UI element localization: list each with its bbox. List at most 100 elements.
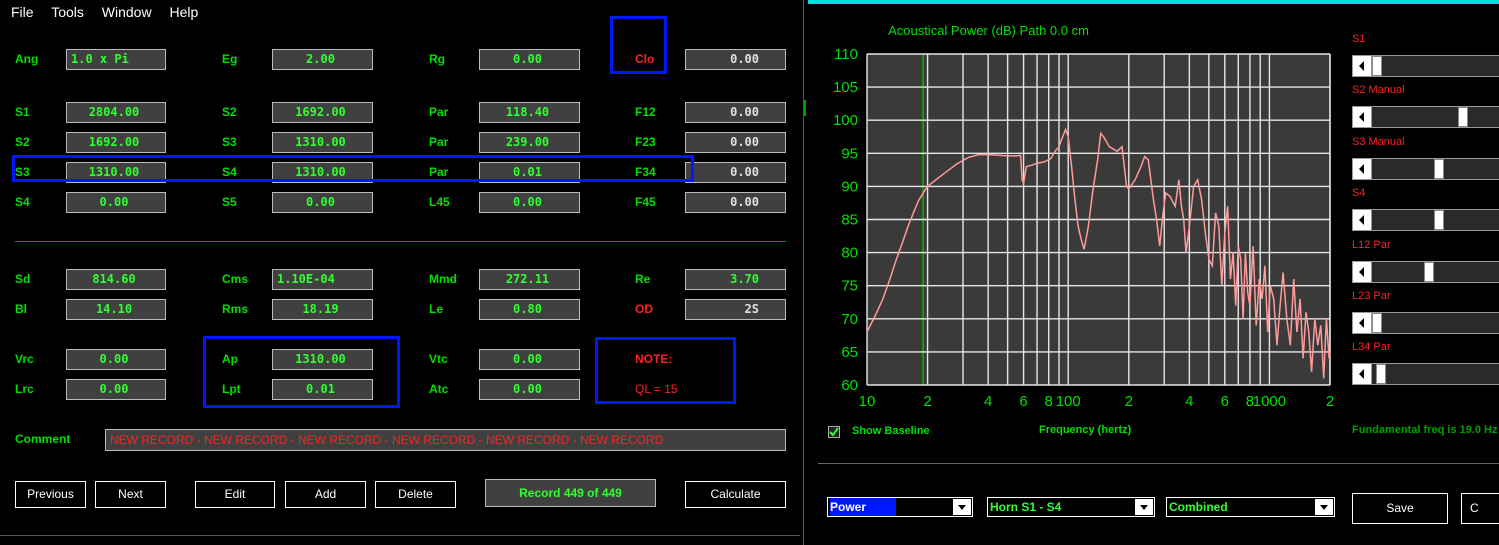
- vrc-field[interactable]: 0.00: [66, 349, 166, 370]
- row-1-b-field[interactable]: 1692.00: [272, 102, 373, 123]
- y-tick-label: 95: [841, 145, 858, 162]
- chevron-left-icon[interactable]: [1353, 261, 1372, 282]
- x-tick-label: 4: [984, 393, 992, 410]
- y-tick-label: 90: [841, 178, 858, 195]
- plot-type-select[interactable]: Power: [827, 497, 973, 517]
- row-2-d-field[interactable]: 0.00: [685, 132, 786, 153]
- row-4-a-label: S4: [15, 195, 30, 209]
- fundamental-freq-text: Fundamental freq is 19.0 Hz: [1352, 424, 1498, 436]
- slider-label-1: S2 Manual: [1352, 84, 1405, 97]
- atc-field[interactable]: 0.00: [479, 379, 580, 400]
- show-baseline-label[interactable]: Show Baseline: [852, 425, 930, 437]
- x-tick-label: 6: [1019, 393, 1027, 410]
- row-1-c-label: Par: [429, 105, 449, 119]
- bl-field[interactable]: 14.10: [66, 299, 166, 320]
- vtc-field[interactable]: 0.00: [479, 349, 580, 370]
- x-tick-label: 2: [1125, 393, 1133, 410]
- row-1-a-field[interactable]: 2804.00: [66, 102, 166, 123]
- y-tick-label: 75: [841, 278, 858, 295]
- chevron-left-icon[interactable]: [1353, 158, 1372, 179]
- row-3-d-field[interactable]: 0.00: [685, 162, 786, 183]
- delete-button[interactable]: Delete: [375, 481, 456, 508]
- save-button[interactable]: Save: [1352, 493, 1448, 524]
- atc-label: Atc: [429, 382, 449, 396]
- row-2-c-field[interactable]: 239.00: [479, 132, 580, 153]
- horn-select[interactable]: Horn S1 - S4: [987, 497, 1155, 517]
- lpt-field[interactable]: 0.01: [272, 379, 373, 400]
- slider-2[interactable]: [1352, 157, 1499, 180]
- row-1-c-field[interactable]: 118.40: [479, 102, 580, 123]
- row-4-c-field[interactable]: 0.00: [479, 192, 580, 213]
- sd-label: Sd: [15, 272, 31, 286]
- row-4-d-field[interactable]: 0.00: [685, 192, 786, 213]
- sd-field[interactable]: 814.60: [66, 269, 166, 290]
- slider-3[interactable]: [1352, 209, 1499, 232]
- row-4-a-field[interactable]: 0.00: [66, 192, 166, 213]
- edit-button[interactable]: Edit: [195, 481, 275, 508]
- menu-tools[interactable]: Tools: [51, 4, 84, 20]
- lrc-field[interactable]: 0.00: [66, 379, 166, 400]
- mmd-field[interactable]: 272.11: [479, 269, 580, 290]
- rg-field[interactable]: 0.00: [479, 49, 580, 70]
- chevron-left-icon[interactable]: [1353, 107, 1372, 128]
- slider-thumb[interactable]: [1458, 107, 1469, 128]
- show-baseline-checkbox[interactable]: [828, 426, 840, 438]
- menu-window[interactable]: Window: [102, 4, 152, 20]
- c-button[interactable]: C: [1461, 493, 1499, 524]
- chevron-left-icon[interactable]: [1353, 313, 1372, 333]
- slider-4[interactable]: [1352, 260, 1499, 283]
- slider-0[interactable]: [1352, 55, 1499, 77]
- window-splitter[interactable]: [800, 0, 808, 545]
- next-button[interactable]: Next: [95, 481, 166, 508]
- row-2-d-label: F23: [635, 135, 656, 149]
- add-button[interactable]: Add: [285, 481, 366, 508]
- rms-field[interactable]: 18.19: [272, 299, 373, 320]
- le-field[interactable]: 0.80: [479, 299, 580, 320]
- chevron-left-icon[interactable]: [1353, 364, 1372, 385]
- slider-thumb[interactable]: [1372, 313, 1382, 333]
- mmd-label: Mmd: [429, 272, 457, 286]
- chevron-left-icon[interactable]: [1353, 210, 1372, 231]
- ap-field[interactable]: 1310.00: [272, 349, 373, 370]
- chevron-down-icon[interactable]: [1135, 499, 1153, 515]
- chevron-down-icon[interactable]: [953, 499, 971, 515]
- row-2-b-field[interactable]: 1310.00: [272, 132, 373, 153]
- x-tick-label: 6: [1221, 393, 1229, 410]
- slider-thumb[interactable]: [1434, 158, 1445, 179]
- section-divider: [15, 241, 786, 242]
- chevron-left-icon[interactable]: [1353, 56, 1372, 76]
- calculate-button[interactable]: Calculate: [685, 481, 786, 508]
- clo-field[interactable]: 0.00: [685, 49, 786, 70]
- slider-label-4: L12 Par: [1352, 238, 1391, 251]
- menu-file[interactable]: File: [11, 4, 34, 20]
- eg-field[interactable]: 2.00: [272, 49, 373, 70]
- ang-field[interactable]: 1.0 x Pi: [66, 49, 166, 70]
- re-field[interactable]: 3.70: [685, 269, 786, 290]
- mode-select[interactable]: Combined: [1166, 497, 1335, 517]
- clo-label: Clo: [635, 52, 655, 66]
- chevron-down-icon[interactable]: [1315, 499, 1333, 515]
- slider-thumb[interactable]: [1372, 56, 1382, 76]
- row-2-a-field[interactable]: 1692.00: [66, 132, 166, 153]
- horn-value: Horn S1 - S4: [990, 500, 1062, 514]
- slider-thumb[interactable]: [1423, 261, 1434, 282]
- eg-label: Eg: [222, 52, 238, 66]
- slider-6[interactable]: [1352, 363, 1499, 386]
- row-4-b-field[interactable]: 0.00: [272, 192, 373, 213]
- x-tick-label: 2: [1326, 393, 1334, 410]
- cms-field[interactable]: 1.10E-04: [272, 269, 373, 290]
- previous-button[interactable]: Previous: [15, 481, 86, 508]
- menu-bar: File Tools Window Help: [11, 4, 212, 20]
- menu-help[interactable]: Help: [169, 4, 198, 20]
- splitter-line: [803, 0, 804, 545]
- lpt-label: Lpt: [222, 382, 241, 396]
- slider-label-5: L23 Par: [1352, 290, 1391, 302]
- slider-5[interactable]: [1352, 312, 1499, 334]
- slider-thumb[interactable]: [1375, 364, 1386, 385]
- od-field[interactable]: 2S: [685, 299, 786, 320]
- vtc-label: Vtc: [429, 352, 448, 366]
- slider-thumb[interactable]: [1434, 210, 1445, 231]
- comment-field[interactable]: NEW RECORD - NEW RECORD - NEW RECORD - N…: [105, 429, 786, 451]
- slider-1[interactable]: [1352, 106, 1499, 129]
- row-1-d-field[interactable]: 0.00: [685, 102, 786, 123]
